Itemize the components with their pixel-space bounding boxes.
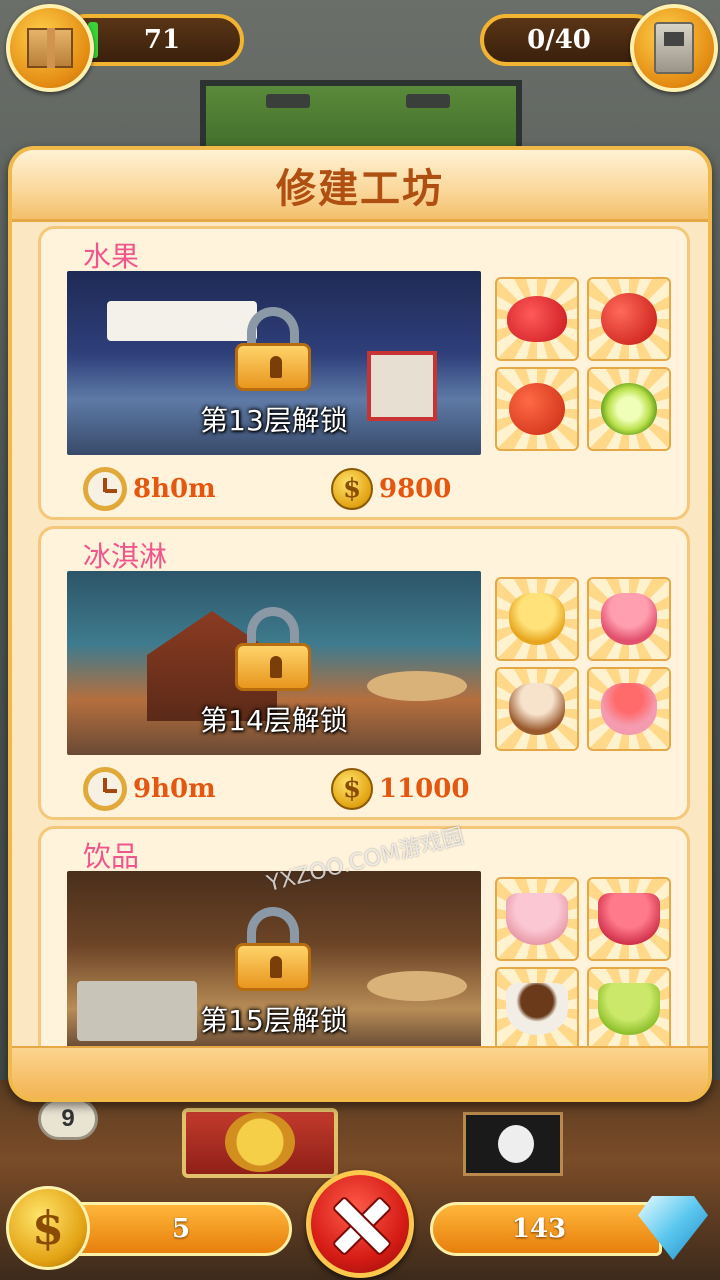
hot-chocolate-icon [506,983,568,1035]
shop-card-ice-cream[interactable]: 冰淇淋 第14层解锁 9h0m $ 11000 [38,526,690,820]
gem-balance[interactable]: 143 [430,1202,662,1256]
lime-icon [601,383,657,435]
coin-icon: $ [331,768,373,810]
recipe-grid [495,877,673,1053]
skull-icon [498,1125,534,1163]
recipe-tile[interactable] [495,277,579,361]
recipe-tile[interactable] [587,667,671,751]
dialog-footer [12,1046,708,1098]
build-time: 9h0m [83,767,216,811]
recipe-tile[interactable] [495,967,579,1051]
ceiling-lamp-icon [406,94,450,108]
build-cost-value: 11000 [379,774,470,804]
build-time-value: 8h0m [133,474,216,504]
shop-list[interactable]: 水果 第13层解锁 8h0m $ 9800 冰淇淋 第14层解锁 9h0m $ … [12,222,708,1054]
dialog-title: 修建工坊 [276,165,444,212]
cherry-juice-icon [598,893,660,945]
lime-tea-icon [598,983,660,1035]
recipe-grid [495,277,673,453]
lock-icon [235,907,311,991]
capacity-value: 0/40 [527,25,591,55]
shop-preview-image: 第13层解锁 [67,271,481,455]
recipe-tile[interactable] [495,367,579,451]
shop-name: 冰淇淋 [83,540,168,573]
shop-card-fruit[interactable]: 水果 第13层解锁 8h0m $ 9800 [38,226,690,520]
cherry-ice-cream-icon [601,593,657,645]
strawberry-milk-icon [506,893,568,945]
close-icon [332,1196,388,1252]
chocolate-ice-cream-icon [509,683,565,735]
tomato-icon [509,383,565,435]
sun-emblem-icon [225,1112,295,1172]
clock-icon [83,767,127,811]
shop-name: 饮品 [83,840,140,873]
close-button[interactable] [306,1170,414,1278]
recipe-tile[interactable] [587,577,671,661]
recipe-tile[interactable] [495,577,579,661]
unlock-requirement: 第15层解锁 [200,1004,348,1037]
recipe-tile[interactable] [587,967,671,1051]
coin-icon[interactable]: $ [6,1186,90,1270]
coin-balance-value: 5 [171,1214,191,1244]
apple-icon [601,293,657,345]
dialog-header: 修建工坊 [12,150,708,222]
build-cost: $ 9800 [331,467,451,511]
recipe-tile[interactable] [495,877,579,961]
strawberry-icon [507,296,567,342]
build-time: 8h0m [83,467,216,511]
coin-balance[interactable]: 5 [56,1202,292,1256]
strawberry-ice-cream-icon [601,683,657,735]
unlock-requirement: 第14层解锁 [200,704,348,737]
coin-icon: $ [331,468,373,510]
gem-balance-value: 143 [511,1214,567,1244]
mango-ice-cream-icon [509,593,565,645]
recipe-tile[interactable] [587,877,671,961]
recipe-tile[interactable] [495,667,579,751]
build-cost: $ 11000 [331,767,469,811]
lock-icon [235,307,311,391]
build-workshop-dialog: 修建工坊 水果 第13层解锁 8h0m $ 9800 冰淇淋 第14层解锁 9h… [8,146,712,1102]
lock-icon [235,607,311,691]
clock-icon [83,467,127,511]
ceiling-lamp-icon [266,94,310,108]
shop-preview-image: 第15层解锁 [67,871,481,1054]
recipe-tile[interactable] [587,277,671,361]
recipe-grid [495,577,673,753]
hand-truck-icon[interactable] [630,4,718,92]
recipe-tile[interactable] [587,367,671,451]
shop-preview-image: 第14层解锁 [67,571,481,755]
shop-name: 水果 [83,240,140,273]
box-icon[interactable] [6,4,94,92]
unlock-requirement: 第13层解锁 [200,404,348,437]
build-time-value: 9h0m [133,774,216,804]
box-count-value: 71 [143,25,181,55]
floor-number-badge: 9 [38,1098,98,1140]
build-cost-value: 9800 [379,474,452,504]
pirate-flag [463,1112,563,1176]
